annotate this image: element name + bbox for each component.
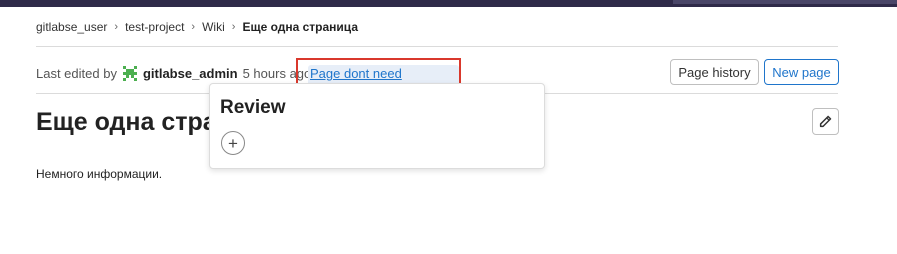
breadcrumb-item-project[interactable]: test-project [125, 20, 184, 34]
review-title: Review [220, 97, 286, 118]
top-navbar [0, 0, 897, 7]
author-link[interactable]: gitlabse_admin [143, 66, 238, 81]
review-popover: Review + [209, 83, 545, 169]
breadcrumb-item-current[interactable]: Еще одна страница [242, 20, 358, 34]
chevron-right-icon: › [114, 21, 119, 33]
page-content: Немного информации. [36, 167, 163, 181]
pencil-icon [819, 115, 832, 128]
chevron-right-icon: › [231, 21, 236, 33]
chevron-right-icon: › [191, 21, 196, 33]
page-history-button[interactable]: Page history [670, 59, 759, 85]
top-navbar-search-area[interactable] [673, 0, 897, 4]
new-page-button[interactable]: New page [764, 59, 839, 85]
approval-highlight-box: Page dont need approval. [296, 58, 461, 97]
last-edited-label: Last edited by [36, 65, 117, 81]
breadcrumb: gitlabse_user › test-project › Wiki › Ещ… [36, 20, 358, 34]
last-edited-info: Last edited by gitlabse_admin 5 hours ag… [36, 62, 311, 84]
avatar-icon[interactable] [120, 64, 139, 82]
plus-icon: + [228, 133, 238, 153]
edit-page-button[interactable] [812, 108, 839, 135]
divider [36, 46, 838, 47]
breadcrumb-item-wiki[interactable]: Wiki [202, 20, 225, 34]
breadcrumb-item-user[interactable]: gitlabse_user [36, 20, 107, 34]
add-reviewer-button[interactable]: + [221, 131, 245, 155]
